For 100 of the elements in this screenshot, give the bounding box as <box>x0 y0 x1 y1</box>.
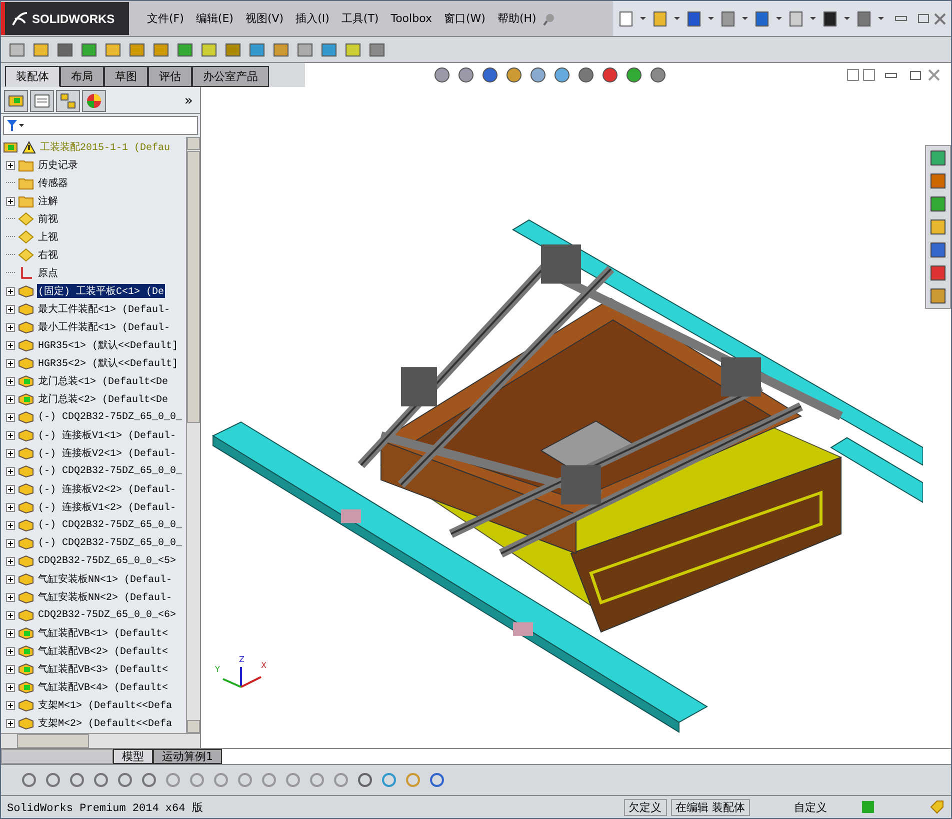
tree-item[interactable]: 气缸安装板NN<2> (Defaul- <box>37 590 174 604</box>
tree-item[interactable]: (-) 连接板V2<2> (Defaul- <box>37 482 178 496</box>
caret-icon[interactable] <box>708 17 714 20</box>
expand-icon[interactable] <box>6 412 15 422</box>
tree-item[interactable]: (-) 连接板V2<1> (Defaul- <box>37 446 178 460</box>
menu-item[interactable]: 视图(V) <box>239 11 290 26</box>
expand-icon[interactable] <box>6 340 15 350</box>
split-view-button[interactable] <box>847 69 859 81</box>
tree-item[interactable]: HGR35<1> (默认<<Default] <box>37 338 180 352</box>
expand-icon[interactable] <box>6 448 15 458</box>
tree-item[interactable]: (-) CDQ2B32-75DZ_65_0_0_ <box>37 538 184 548</box>
feature-tree-tab-icon[interactable] <box>4 90 28 112</box>
tree-item[interactable]: 气缸安装板NN<1> (Defaul- <box>37 572 174 586</box>
tree-item[interactable]: (-) 连接板V1<1> (Defaul- <box>37 428 178 442</box>
tree-item[interactable]: HGR35<2> (默认<<Default] <box>37 356 180 370</box>
units-status[interactable]: 自定义 <box>794 800 827 814</box>
caret-icon[interactable] <box>844 17 850 20</box>
command-tab[interactable]: 布局 <box>60 66 104 87</box>
expand-icon[interactable] <box>6 286 15 296</box>
expand-icon[interactable] <box>6 538 15 548</box>
command-tab[interactable]: 办公室产品 <box>192 66 269 87</box>
model-tab[interactable]: 模型 <box>113 749 153 764</box>
caret-icon[interactable] <box>878 17 884 20</box>
tree-item[interactable]: 龙门总装<1> (Default<De <box>37 374 170 388</box>
caret-icon[interactable] <box>810 17 816 20</box>
caret-icon[interactable] <box>742 17 748 20</box>
expand-icon[interactable] <box>6 520 15 530</box>
split-view-button[interactable] <box>863 69 875 81</box>
tree-item[interactable]: 上视 <box>37 230 59 244</box>
tree-item[interactable]: (-) 连接板V1<2> (Defaul- <box>37 500 178 514</box>
expand-icon[interactable] <box>6 376 15 386</box>
menu-item[interactable]: 插入(I) <box>290 11 336 26</box>
tree-item[interactable]: 气缸装配VB<2> (Default< <box>37 644 170 658</box>
tree-item[interactable]: 前视 <box>37 212 59 226</box>
tree-item[interactable]: CDQ2B32-75DZ_65_0_0_<5> <box>37 556 178 566</box>
maximize-button[interactable] <box>915 12 931 26</box>
tree-item[interactable]: 龙门总装<2> (Default<De <box>37 392 170 406</box>
model-tab[interactable]: 运动算例1 <box>153 749 222 764</box>
expand-icon[interactable] <box>6 556 15 566</box>
tree-item[interactable]: 气缸装配VB<1> (Default< <box>37 626 170 640</box>
expand-icon[interactable] <box>6 484 15 494</box>
tree-item[interactable]: 气缸装配VB<3> (Default< <box>37 662 170 676</box>
menu-item[interactable]: 文件(F) <box>141 11 190 26</box>
tree-item[interactable]: 支架M<1> (Default<<Defa <box>37 698 174 712</box>
document-icon[interactable] <box>617 10 635 28</box>
horizontal-scrollbar[interactable] <box>1 733 200 748</box>
expand-icon[interactable] <box>6 700 15 710</box>
property-tab-icon[interactable] <box>30 90 54 112</box>
tree-item[interactable]: 历史记录 <box>37 158 79 172</box>
expand-icon[interactable] <box>6 430 15 440</box>
menu-item[interactable]: 窗口(W) <box>438 11 492 26</box>
tree-item[interactable]: CDQ2B32-75DZ_65_0_0_<6> <box>37 610 178 620</box>
expand-icon[interactable] <box>6 358 15 368</box>
tree-item[interactable]: 最小工件装配<1> (Defaul- <box>37 320 172 334</box>
expand-icon[interactable] <box>6 718 15 728</box>
tree-item[interactable]: (-) CDQ2B32-75DZ_65_0_0_ <box>37 520 184 530</box>
tree-item[interactable]: (固定) 工装平板C<1> (De <box>37 284 166 298</box>
expand-icon[interactable] <box>6 466 15 476</box>
menu-item[interactable]: 工具(T) <box>335 11 385 26</box>
menu-item[interactable]: 帮助(H) <box>491 11 542 26</box>
command-tab[interactable]: 装配体 <box>5 66 60 87</box>
tree-item[interactable]: 最大工件装配<1> (Defaul- <box>37 302 172 316</box>
expand-panel-button[interactable]: » <box>184 93 197 109</box>
expand-icon[interactable] <box>6 502 15 512</box>
restore-button[interactable] <box>907 68 923 82</box>
expand-icon[interactable] <box>6 160 15 170</box>
tree-item[interactable]: 注解 <box>37 194 59 208</box>
expand-icon[interactable] <box>6 322 15 332</box>
tree-item[interactable]: (-) CDQ2B32-75DZ_65_0_0_ <box>37 466 184 476</box>
tree-item[interactable]: 原点 <box>37 266 59 280</box>
tag-icon[interactable] <box>929 799 945 815</box>
expand-icon[interactable] <box>6 664 15 674</box>
appearance-tab-icon[interactable] <box>82 90 106 112</box>
expand-icon[interactable] <box>6 196 15 206</box>
expand-icon[interactable] <box>6 682 15 692</box>
tree-item[interactable]: 支架M<2> (Default<<Defa <box>37 716 174 730</box>
tree-item[interactable]: (-) CDQ2B32-75DZ_65_0_0_ <box>37 412 184 422</box>
tree-item[interactable]: 右视 <box>37 248 59 262</box>
configuration-tab-icon[interactable] <box>56 90 80 112</box>
close-icon[interactable] <box>933 12 947 26</box>
menu-item[interactable]: Toolbox <box>384 12 438 25</box>
caret-icon[interactable] <box>674 17 680 20</box>
tree-item[interactable]: 传感器 <box>37 176 69 190</box>
menu-item[interactable]: 编辑(E) <box>190 11 240 26</box>
expand-icon[interactable] <box>6 574 15 584</box>
expand-icon[interactable] <box>6 610 15 620</box>
expand-icon[interactable] <box>6 646 15 656</box>
caret-icon[interactable] <box>776 17 782 20</box>
expand-icon[interactable] <box>6 592 15 602</box>
expand-icon[interactable] <box>6 304 15 314</box>
command-tab[interactable]: 评估 <box>148 66 192 87</box>
filter-field[interactable] <box>3 116 198 135</box>
expand-icon[interactable] <box>6 394 15 404</box>
expand-icon[interactable] <box>6 628 15 638</box>
tree-item[interactable]: 气缸装配VB<4> (Default< <box>37 680 170 694</box>
pushpin-icon[interactable] <box>542 12 556 26</box>
command-tab[interactable]: 草图 <box>104 66 148 87</box>
vertical-scrollbar[interactable] <box>186 137 200 733</box>
caret-icon[interactable] <box>640 17 646 20</box>
close-icon[interactable] <box>927 68 941 82</box>
